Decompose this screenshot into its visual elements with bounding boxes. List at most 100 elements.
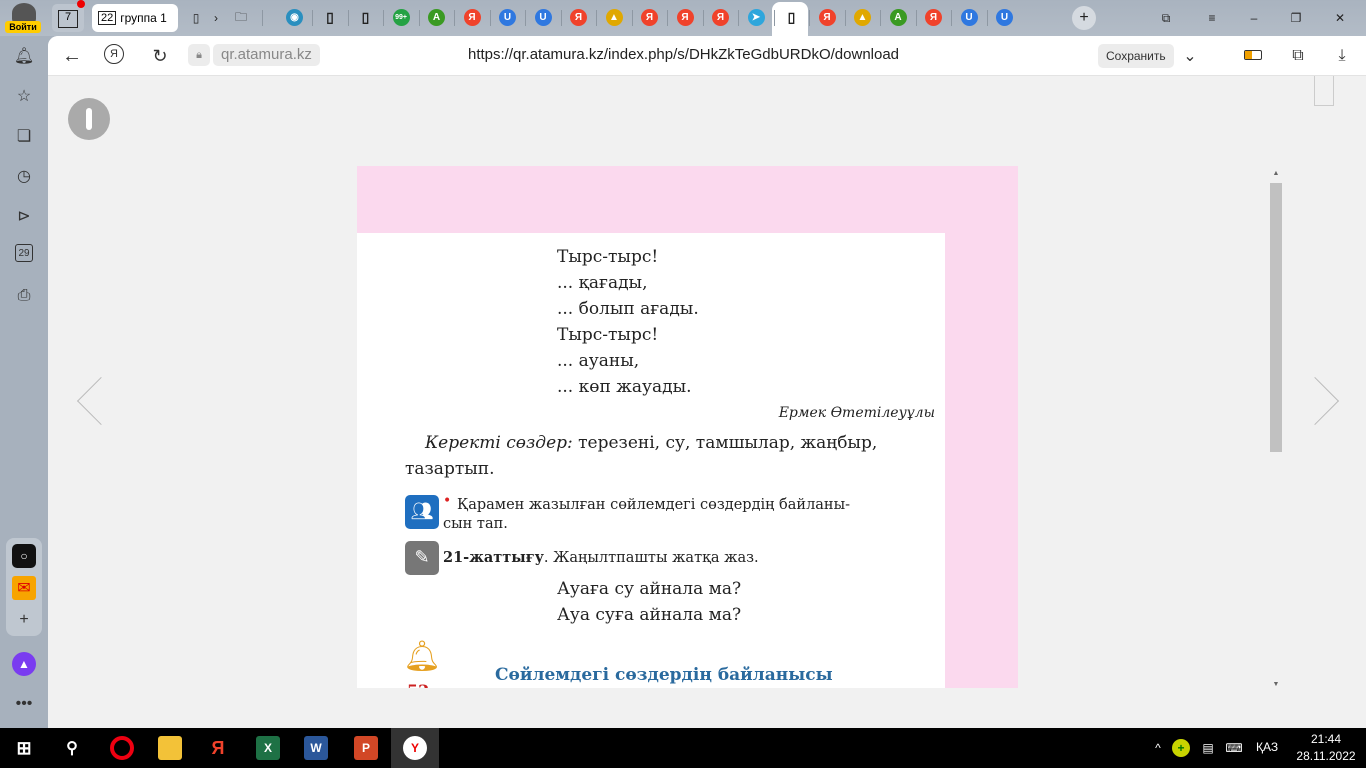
tab-a-app-icon[interactable]: A bbox=[889, 9, 907, 26]
yandex-icon[interactable]: Я bbox=[104, 44, 124, 64]
tray-app-icon[interactable]: + bbox=[1172, 739, 1190, 757]
tab-telegram-icon[interactable]: ➤ bbox=[747, 9, 765, 26]
tab-divider bbox=[631, 10, 633, 26]
tab-yandex-icon[interactable]: Я bbox=[676, 9, 694, 26]
login-button[interactable]: Войти bbox=[5, 21, 41, 33]
search-icon[interactable]: ⚲ bbox=[60, 736, 84, 760]
address-bar: ← Я ↻ 🔒︎ qr.atamura.kz https://qr.atamur… bbox=[48, 36, 1366, 76]
scrollbar[interactable]: ▲ ▼ bbox=[1269, 170, 1283, 688]
tab-yandex-icon[interactable]: Я bbox=[925, 9, 942, 26]
next-page-arrow[interactable] bbox=[1290, 376, 1340, 426]
battery-icon[interactable] bbox=[1244, 50, 1262, 60]
back-icon[interactable]: ← bbox=[60, 44, 84, 68]
tab-yandex-icon[interactable]: Я bbox=[818, 9, 836, 26]
calendar-icon[interactable]: 29 bbox=[15, 244, 33, 262]
yandex-icon: Y bbox=[403, 736, 427, 760]
home-icon: 7 bbox=[58, 10, 78, 28]
close-icon[interactable]: ✕ bbox=[1328, 6, 1352, 30]
new-tab-button[interactable]: + bbox=[1072, 6, 1096, 30]
screenshot-icon[interactable]: ⎙ bbox=[12, 284, 36, 308]
clock-time[interactable]: 21:44 bbox=[1296, 732, 1356, 746]
extensions-icon[interactable]: ⧉ bbox=[1286, 44, 1310, 68]
writing-icon: ✎ bbox=[405, 541, 439, 575]
author: Ермек Өтетілеуұлы bbox=[778, 405, 935, 421]
tab-u-app-icon[interactable]: U bbox=[534, 9, 552, 26]
excel-icon[interactable]: X bbox=[256, 736, 280, 760]
tab-doc-icon[interactable]: ▯ bbox=[322, 9, 339, 26]
tab-yandex-icon[interactable]: Я bbox=[570, 9, 587, 26]
tab-whatsapp-icon[interactable]: 99+ bbox=[392, 9, 410, 26]
browser-content: ← Я ↻ 🔒︎ qr.atamura.kz https://qr.atamur… bbox=[48, 36, 1366, 728]
more-icon[interactable]: ••• bbox=[12, 692, 36, 716]
tab-yandex-icon[interactable]: Я bbox=[463, 9, 481, 26]
new-folder-icon[interactable]: 🗀 bbox=[229, 6, 253, 30]
home-tab-group[interactable]: 7 bbox=[52, 0, 85, 32]
yandex-browser-icon[interactable]: Я bbox=[206, 736, 230, 760]
explorer-icon[interactable] bbox=[158, 736, 182, 760]
download-icon[interactable]: ⤓ bbox=[1330, 44, 1354, 68]
alice-icon[interactable]: ▲ bbox=[12, 652, 36, 676]
tab-globe-icon[interactable]: ◉ bbox=[286, 9, 303, 26]
tab-divider bbox=[596, 10, 597, 26]
active-app[interactable]: Y bbox=[391, 728, 439, 768]
chevron-right-icon[interactable]: › bbox=[204, 6, 228, 30]
tab-image-icon[interactable]: ▲ bbox=[854, 9, 871, 26]
page-number: 52 bbox=[407, 681, 429, 688]
tab-bar: Войти 7 22 группа 1 ▯ › 🗀 ◉ ▯ ▯ 99+ A Я U U Я ▲ Я Я Я… bbox=[0, 0, 1366, 36]
word-icon[interactable]: W bbox=[304, 736, 328, 760]
chevron-down-icon[interactable]: ⌄ bbox=[1178, 44, 1202, 68]
play-icon[interactable]: ⊳ bbox=[12, 204, 36, 228]
tab-image-icon[interactable]: ▲ bbox=[605, 9, 623, 26]
restore-icon[interactable]: ❐ bbox=[1284, 6, 1308, 30]
powerpoint-icon[interactable]: P bbox=[354, 736, 378, 760]
poem-line: Тырс-тырс! bbox=[557, 247, 659, 267]
tab-divider bbox=[489, 10, 491, 26]
minimize-icon[interactable]: – bbox=[1242, 6, 1266, 30]
domain-chip[interactable]: qr.atamura.kz bbox=[213, 44, 320, 66]
tab-divider bbox=[951, 10, 952, 26]
opera-icon[interactable] bbox=[110, 736, 134, 760]
tab-group-1[interactable]: 22 группа 1 bbox=[92, 4, 178, 32]
prev-page-arrow[interactable] bbox=[76, 376, 126, 426]
tab-u-app-icon[interactable]: U bbox=[960, 9, 978, 26]
exercise: 21-жаттығу. Жаңылтпашты жатқа жаз. bbox=[443, 549, 759, 566]
add-app-icon[interactable]: + bbox=[12, 608, 36, 632]
tab-divider bbox=[560, 10, 562, 26]
tab-divider bbox=[880, 10, 881, 26]
notifications-icon[interactable]: ▤ bbox=[1196, 736, 1220, 760]
tab-u-app-icon[interactable]: U bbox=[499, 9, 516, 26]
needed-words: Керекті сөздер: терезені, су, тамшылар, … bbox=[425, 433, 877, 453]
mail-icon[interactable]: ✉ bbox=[12, 576, 36, 600]
bookmark-icon[interactable] bbox=[1314, 76, 1334, 106]
tab-a-app-icon[interactable]: A bbox=[428, 9, 445, 26]
tab-divider bbox=[986, 10, 988, 26]
tab-yandex-icon[interactable]: Я bbox=[712, 9, 729, 26]
tab-doc-icon[interactable]: ▯ bbox=[357, 9, 374, 26]
clock-date[interactable]: 28.11.2022 bbox=[1290, 749, 1362, 763]
tab-divider bbox=[383, 10, 384, 26]
language[interactable]: ҚАЗ bbox=[1256, 740, 1278, 754]
keyboard-icon[interactable]: ⌨ bbox=[1222, 736, 1246, 760]
poem-line: ... ауаны, bbox=[557, 351, 640, 371]
tab-u-app-icon[interactable]: U bbox=[996, 9, 1013, 26]
pause-button[interactable] bbox=[68, 98, 110, 140]
alice-app-icon[interactable]: ○ bbox=[12, 544, 36, 568]
collections-icon[interactable]: ❏ bbox=[12, 124, 36, 148]
star-icon[interactable]: ☆ bbox=[12, 84, 36, 108]
bell-icon[interactable]: 🔔︎ bbox=[12, 44, 36, 68]
url-text[interactable]: https://qr.atamura.kz/index.php/s/DHkZkT… bbox=[468, 46, 899, 63]
scrollbar-thumb[interactable] bbox=[1270, 183, 1282, 452]
history-icon[interactable]: ◷ bbox=[12, 164, 36, 188]
save-button[interactable]: Сохранить bbox=[1098, 44, 1174, 68]
reload-icon[interactable]: ↻ bbox=[148, 44, 172, 68]
sidebar: 🔔︎ ☆ ❏ ◷ ⊳ 29 ⎙ ○ ✉ + ▲ ••• bbox=[0, 36, 48, 728]
tab-yandex-icon[interactable]: Я bbox=[641, 9, 658, 26]
tab-doc-active-icon[interactable]: ▯ bbox=[783, 9, 800, 26]
tabs-icon[interactable]: ⧉ bbox=[1154, 6, 1178, 30]
lock-icon[interactable]: 🔒︎ bbox=[188, 44, 210, 66]
menu-icon[interactable]: ≡ bbox=[1200, 6, 1224, 30]
taskbar: ⊞ ⚲ Я X W P Y ^ + ▤ ⌨ ҚАЗ 21:44 28.11.20… bbox=[0, 728, 1366, 768]
profile-avatar[interactable] bbox=[12, 3, 36, 23]
tray-chevron-icon[interactable]: ^ bbox=[1146, 736, 1170, 760]
start-icon[interactable]: ⊞ bbox=[12, 736, 36, 760]
